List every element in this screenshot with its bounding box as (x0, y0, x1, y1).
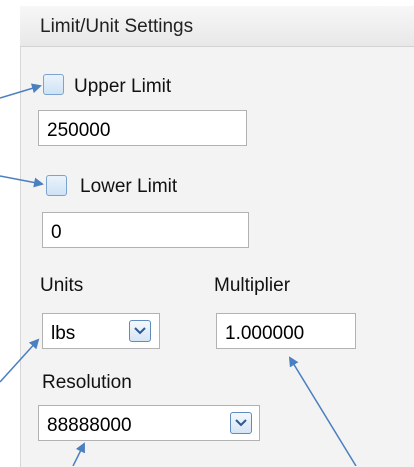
arrow-units (0, 338, 40, 383)
arrow-upper-limit (0, 83, 42, 99)
annotation-arrows (0, 83, 357, 466)
arrow-multiplier (288, 356, 357, 466)
arrow-resolution (72, 442, 85, 466)
arrow-lower-limit (0, 175, 44, 188)
